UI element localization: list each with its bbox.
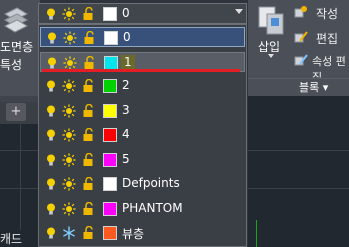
sun-icon[interactable] (62, 104, 76, 118)
ucs-y-axis-line (256, 220, 257, 247)
lightbulb-icon[interactable] (44, 79, 58, 93)
layer-color-swatch[interactable] (103, 79, 117, 93)
unlock-icon[interactable] (82, 79, 96, 93)
lightbulb-icon[interactable] (44, 7, 58, 21)
layer-row-3[interactable]: 3 (40, 101, 245, 121)
current-layer-name: 0 (122, 6, 130, 20)
grid-line (248, 188, 349, 189)
unlock-icon[interactable] (82, 177, 96, 191)
unlock-icon[interactable] (83, 31, 97, 45)
layer-name: 2 (122, 78, 130, 92)
layer-name: 뷰층 (122, 227, 145, 241)
edit-block-icon[interactable] (294, 30, 308, 44)
layer-name: Defpoints (122, 176, 180, 190)
grid-line (20, 124, 21, 230)
layer-color-swatch[interactable] (103, 202, 117, 216)
new-tab-button[interactable]: + (6, 103, 26, 121)
sun-icon[interactable] (63, 56, 77, 70)
snowflake-icon[interactable] (62, 226, 76, 240)
unlock-icon[interactable] (82, 104, 96, 118)
chevron-down-icon[interactable] (235, 9, 243, 14)
annotation-underline (42, 69, 240, 72)
lightbulb-icon[interactable] (44, 226, 58, 240)
insert-label[interactable]: 삽입 (258, 38, 280, 55)
unlock-icon[interactable] (82, 128, 96, 142)
layer-name: 3 (122, 103, 130, 117)
layer-color-swatch[interactable] (104, 31, 118, 45)
lightbulb-icon[interactable] (45, 31, 59, 45)
layer-row-뷰층[interactable]: 뷰층 (40, 223, 245, 243)
layer-row-2[interactable]: 2 (40, 76, 245, 96)
layer-properties-label-2[interactable]: 특성 (0, 56, 22, 73)
layer-row-5[interactable]: 5 (40, 150, 245, 170)
lightbulb-icon[interactable] (44, 128, 58, 142)
layer-color-swatch[interactable] (103, 104, 117, 118)
unlock-icon[interactable] (82, 7, 96, 21)
unlock-icon[interactable] (83, 56, 97, 70)
layer-row-0[interactable]: 0 (40, 27, 245, 47)
layer-properties-label-1[interactable]: 도면층 (0, 38, 33, 55)
layer-name: 4 (122, 127, 130, 141)
layer-row-Defpoints[interactable]: Defpoints (40, 174, 245, 194)
block-panel-title[interactable]: 블록 ▾ (299, 79, 328, 95)
layer-color-swatch[interactable] (104, 56, 118, 70)
lightbulb-icon[interactable] (45, 56, 59, 70)
layer-color-swatch[interactable] (103, 128, 117, 142)
lightbulb-icon[interactable] (44, 177, 58, 191)
layer-name: 5 (122, 152, 130, 166)
sun-icon[interactable] (62, 153, 76, 167)
current-color-swatch (103, 7, 117, 21)
layer-color-swatch[interactable] (103, 226, 117, 240)
current-layer-display[interactable]: 0 (40, 4, 230, 24)
layer-name: 0 (123, 30, 131, 44)
chevron-down-icon: ▾ (322, 81, 329, 94)
sun-icon[interactable] (62, 7, 76, 21)
edit-block-label[interactable]: 편집 (316, 30, 338, 47)
sun-icon[interactable] (62, 202, 76, 216)
layer-properties-icon[interactable] (3, 4, 29, 34)
unlock-icon[interactable] (82, 202, 96, 216)
layer-color-swatch[interactable] (103, 177, 117, 191)
layer-name: PHANTOM (122, 201, 183, 215)
sun-icon[interactable] (62, 128, 76, 142)
drawing-canvas-right[interactable] (248, 96, 349, 247)
lightbulb-icon[interactable] (44, 104, 58, 118)
chevron-down-icon[interactable] (268, 54, 274, 58)
create-block-label[interactable]: 작성 (316, 5, 338, 22)
block-panel-label: 블록 (299, 81, 320, 94)
create-block-icon[interactable] (294, 5, 308, 19)
command-line-label: 캐드 (0, 232, 23, 246)
layer-row-4[interactable]: 4 (40, 125, 245, 145)
grid-line (248, 150, 349, 151)
edit-attributes-icon[interactable] (294, 53, 308, 67)
insert-block-icon[interactable] (256, 4, 286, 36)
sun-icon[interactable] (62, 177, 76, 191)
unlock-icon[interactable] (82, 153, 96, 167)
sun-icon[interactable] (63, 31, 77, 45)
sun-icon[interactable] (62, 79, 76, 93)
layer-row-PHANTOM[interactable]: PHANTOM (40, 199, 245, 219)
unlock-icon[interactable] (82, 226, 96, 240)
lightbulb-icon[interactable] (44, 153, 58, 167)
lightbulb-icon[interactable] (44, 202, 58, 216)
layer-color-swatch[interactable] (103, 153, 117, 167)
layer-name: 1 (121, 55, 135, 69)
